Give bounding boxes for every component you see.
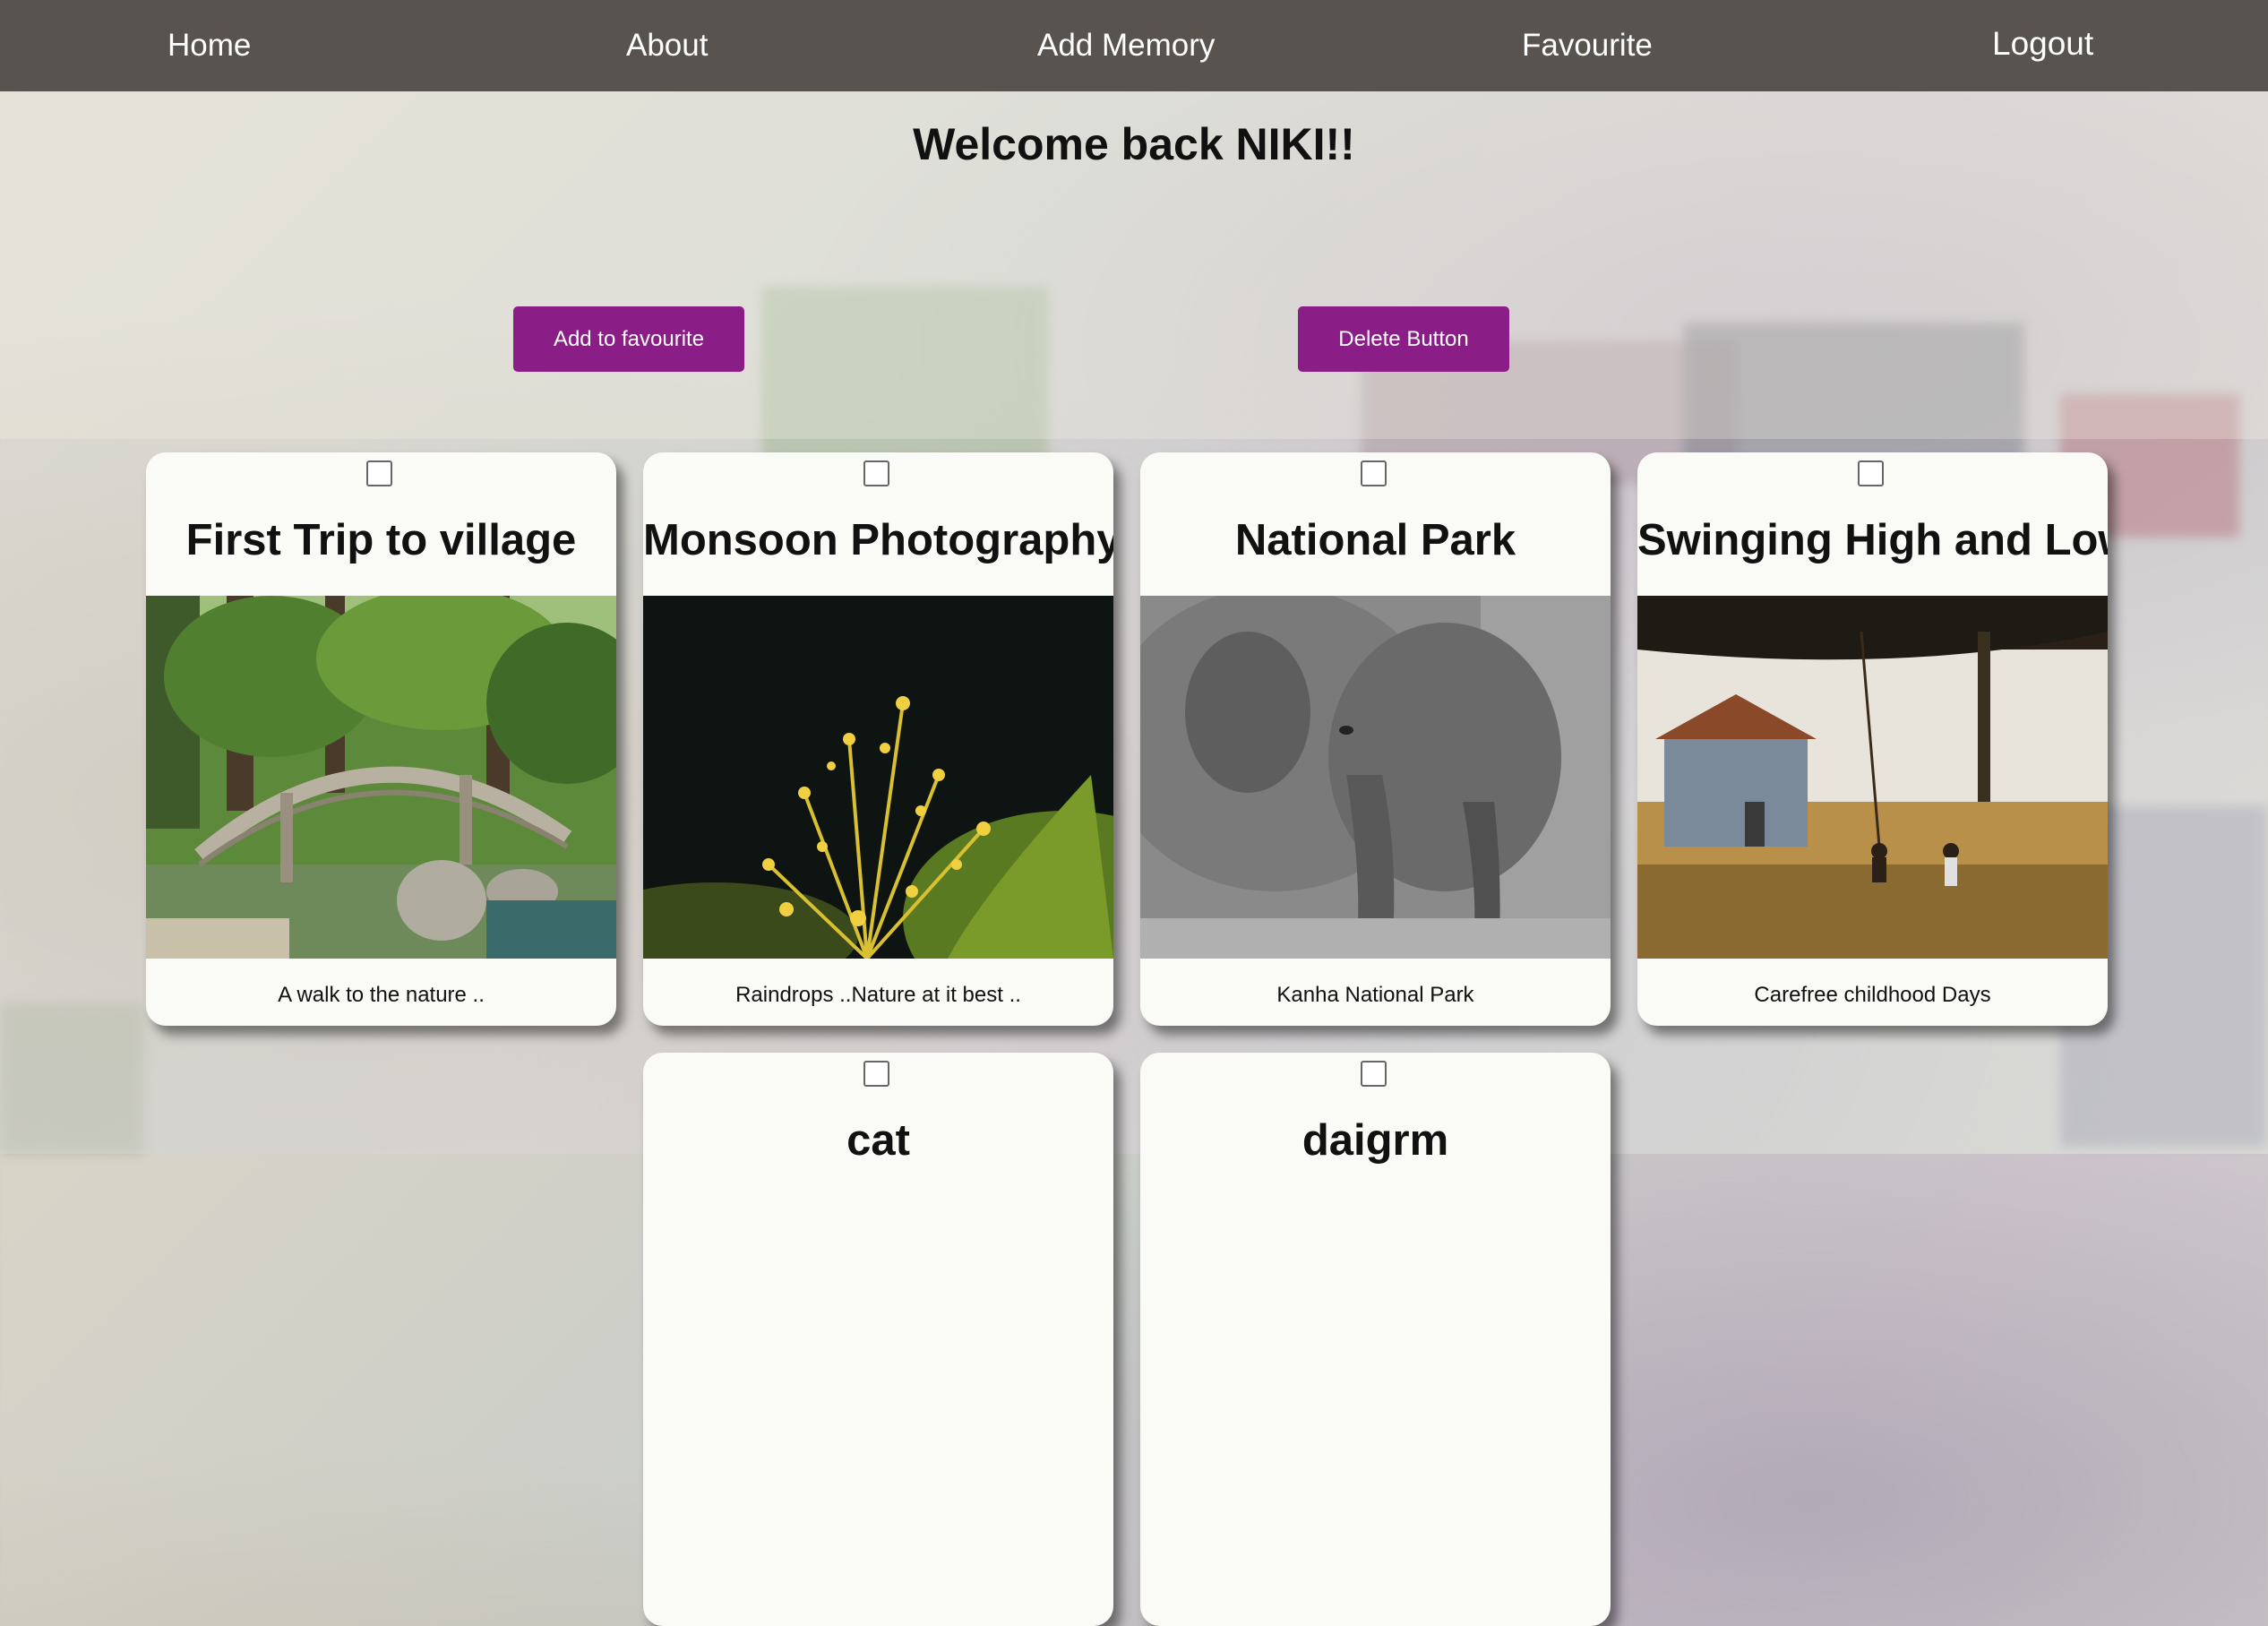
memory-title: daigrm: [1302, 1116, 1449, 1165]
memory-image: [1637, 596, 2108, 959]
memory-title: First Trip to village: [185, 516, 577, 564]
children-swing-photo: [1637, 596, 2108, 959]
memory-title: Monsoon Photography: [643, 516, 1113, 564]
memory-card: National Park Kanha National Park: [1140, 452, 1611, 1026]
memory-card: cat: [643, 1053, 1113, 1626]
memory-card: daigrm: [1140, 1053, 1611, 1626]
memory-card: Monsoon Photography Raindrops ..Nature a…: [643, 452, 1113, 1026]
memory-image: [1140, 596, 1611, 959]
nav-add-memory-link[interactable]: Add Memory: [1037, 0, 1215, 91]
nav-about-link[interactable]: About: [626, 0, 708, 91]
garden-bridge-photo: [146, 596, 616, 959]
memory-title: National Park: [1234, 516, 1516, 564]
memory-select-checkbox[interactable]: [863, 460, 889, 486]
memory-select-checkbox[interactable]: [1858, 460, 1884, 486]
memory-select-checkbox[interactable]: [1361, 460, 1387, 486]
memory-image: [643, 596, 1113, 959]
memory-caption: A walk to the nature ..: [278, 983, 485, 1007]
memory-select-checkbox[interactable]: [1361, 1061, 1387, 1087]
memory-title: Swinging High and Low: [1637, 516, 2108, 564]
add-to-favourite-button[interactable]: Add to favourite: [513, 306, 744, 372]
memory-card: First Trip to village A walk to the natu…: [146, 452, 616, 1026]
raindrops-plant-photo: [643, 596, 1113, 959]
memory-select-checkbox[interactable]: [366, 460, 392, 486]
welcome-heading: Welcome back NIKI!!: [913, 119, 1355, 169]
memory-card: Swinging High and Low Carefree childhood…: [1637, 452, 2108, 1026]
memory-caption: Raindrops ..Nature at it best ..: [735, 983, 1021, 1007]
elephants-photo: [1140, 596, 1611, 959]
memory-title: cat: [846, 1116, 910, 1165]
nav-favourite-link[interactable]: Favourite: [1522, 0, 1653, 91]
nav-logout-link[interactable]: Logout: [1992, 0, 2093, 90]
delete-button[interactable]: Delete Button: [1298, 306, 1509, 372]
memory-select-checkbox[interactable]: [863, 1061, 889, 1087]
memory-image: [146, 596, 616, 959]
top-navbar: Home About Add Memory Favourite Logout: [0, 0, 2268, 91]
memory-caption: Kanha National Park: [1276, 983, 1474, 1007]
nav-home-link[interactable]: Home: [168, 0, 251, 91]
memory-caption: Carefree childhood Days: [1754, 983, 1991, 1007]
